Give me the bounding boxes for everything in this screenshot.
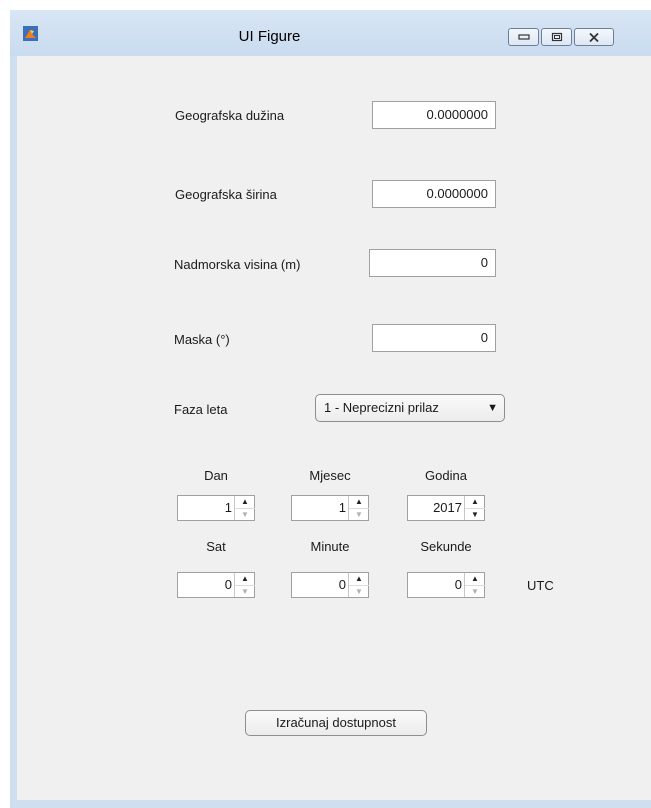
close-button[interactable]: [574, 28, 614, 46]
increment-icon[interactable]: ▲: [235, 496, 255, 508]
close-icon: [589, 32, 599, 42]
month-spinner[interactable]: 1 ▲ ▼: [291, 495, 369, 521]
month-label: Mjesec: [309, 468, 351, 483]
minute-spinner-buttons: ▲ ▼: [348, 573, 369, 597]
increment-icon[interactable]: ▲: [349, 496, 369, 508]
window-title: UI Figure: [238, 28, 301, 45]
altitude-label: Nadmorska visina (m): [174, 257, 301, 272]
second-spinner-buttons: ▲ ▼: [464, 573, 485, 597]
decrement-icon[interactable]: ▼: [235, 508, 255, 521]
hour-value[interactable]: 0: [178, 573, 232, 597]
hour-spinner[interactable]: 0 ▲ ▼: [177, 572, 255, 598]
increment-icon[interactable]: ▲: [235, 573, 255, 585]
month-value[interactable]: 1: [292, 496, 346, 520]
year-label: Godina: [425, 468, 467, 483]
year-spinner[interactable]: 2017 ▲ ▼: [407, 495, 485, 521]
day-label: Dan: [204, 468, 228, 483]
altitude-field[interactable]: 0: [369, 249, 496, 277]
minute-value[interactable]: 0: [292, 573, 346, 597]
decrement-icon[interactable]: ▼: [465, 585, 485, 598]
decrement-icon[interactable]: ▼: [235, 585, 255, 598]
compute-availability-button[interactable]: Izračunaj dostupnost: [245, 710, 427, 736]
decrement-icon[interactable]: ▼: [465, 508, 485, 521]
title-bar[interactable]: UI Figure: [10, 10, 651, 56]
increment-icon[interactable]: ▲: [465, 496, 485, 508]
day-spinner[interactable]: 1 ▲ ▼: [177, 495, 255, 521]
minimize-icon: [517, 34, 530, 40]
day-spinner-buttons: ▲ ▼: [234, 496, 255, 520]
hour-label: Sat: [206, 539, 226, 554]
increment-icon[interactable]: ▲: [465, 573, 485, 585]
chevron-down-icon: ▼: [487, 402, 498, 414]
figure-content: Geografska dužina 0.0000000 Geografska š…: [17, 56, 651, 800]
minute-spinner[interactable]: 0 ▲ ▼: [291, 572, 369, 598]
timezone-label: UTC: [527, 578, 554, 593]
year-spinner-buttons: ▲ ▼: [464, 496, 485, 520]
app-window: UI Figure Geografska dužina 0.0000000 Ge…: [10, 10, 651, 808]
flight-phase-selected: 1 - Neprecizni prilaz: [324, 400, 439, 415]
flight-phase-dropdown[interactable]: 1 - Neprecizni prilaz ▼: [315, 394, 505, 422]
minute-label: Minute: [310, 539, 350, 554]
increment-icon[interactable]: ▲: [349, 573, 369, 585]
maximize-button[interactable]: [541, 28, 572, 46]
month-spinner-buttons: ▲ ▼: [348, 496, 369, 520]
hour-spinner-buttons: ▲ ▼: [234, 573, 255, 597]
year-value[interactable]: 2017: [408, 496, 462, 520]
latitude-field[interactable]: 0.0000000: [372, 180, 496, 208]
decrement-icon[interactable]: ▼: [349, 508, 369, 521]
longitude-label: Geografska dužina: [175, 108, 285, 123]
latitude-label: Geografska širina: [175, 187, 277, 202]
day-value[interactable]: 1: [178, 496, 232, 520]
flight-phase-label: Faza leta: [174, 402, 228, 417]
mask-label: Maska (°): [174, 332, 230, 347]
mask-field[interactable]: 0: [372, 324, 496, 352]
longitude-field[interactable]: 0.0000000: [372, 101, 496, 129]
decrement-icon[interactable]: ▼: [349, 585, 369, 598]
second-value[interactable]: 0: [408, 573, 462, 597]
second-spinner[interactable]: 0 ▲ ▼: [407, 572, 485, 598]
second-label: Sekunde: [420, 539, 472, 554]
maximize-icon: [551, 32, 562, 42]
minimize-button[interactable]: [508, 28, 539, 46]
